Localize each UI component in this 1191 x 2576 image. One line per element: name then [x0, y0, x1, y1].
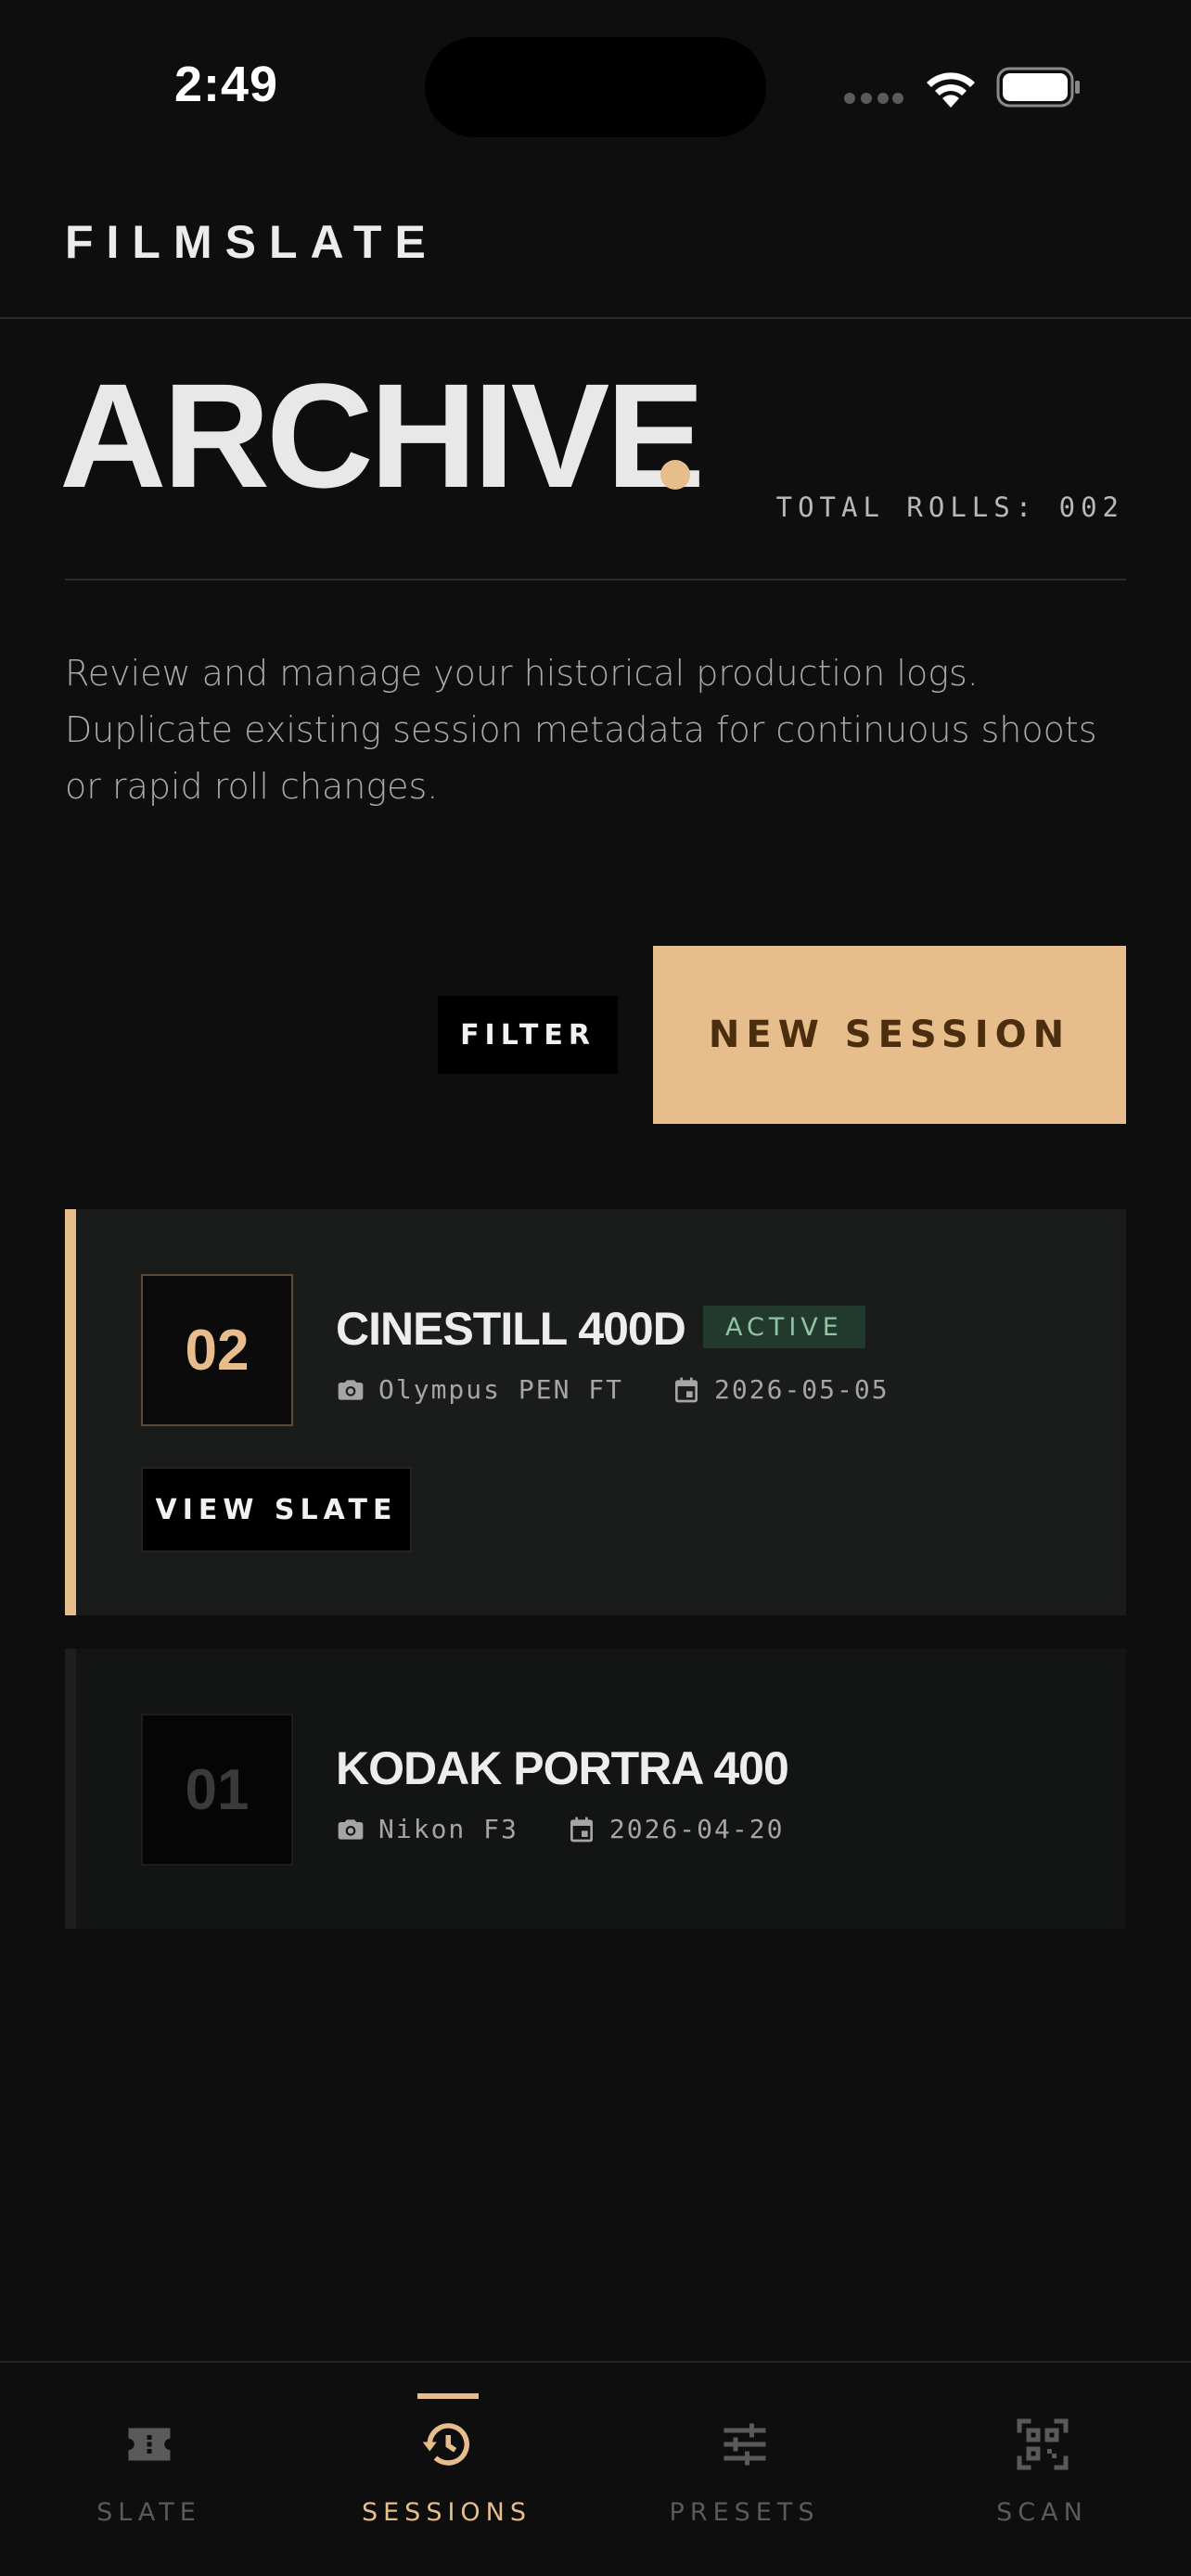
battery-icon — [996, 67, 1080, 108]
view-slate-button[interactable]: VIEW SLATE — [141, 1467, 412, 1552]
new-session-button[interactable]: NEW SESSION — [653, 946, 1126, 1124]
calendar-icon — [675, 1377, 698, 1402]
page-description: Review and manage your historical produc… — [65, 653, 1097, 807]
status-time: 2:49 — [174, 57, 279, 112]
tab-presets[interactable]: PRESETS — [596, 2363, 893, 2576]
roll-number: 01 — [141, 1714, 293, 1866]
session-date: 2026-05-05 — [714, 1374, 890, 1405]
dynamic-island — [425, 37, 766, 137]
cellular-signal-icon — [844, 93, 903, 104]
session-card[interactable]: 02 CINESTILL 400D ACTIVE Olympus PEN FT … — [65, 1209, 1126, 1615]
camera-name: Nikon F3 — [378, 1814, 519, 1844]
roll-number: 02 — [141, 1274, 293, 1426]
app-brand: FILMSLATE — [65, 216, 439, 268]
accent-bar — [65, 1649, 76, 1929]
filter-button[interactable]: FILTER — [438, 996, 618, 1074]
film-name: KODAK PORTRA 400 — [336, 1742, 789, 1794]
title-accent-dot — [660, 460, 690, 490]
divider — [65, 579, 1126, 580]
active-accent-bar — [65, 1209, 76, 1615]
bottom-nav: SLATE SESSIONS PRESETS SCAN — [0, 2361, 1191, 2576]
history-icon — [422, 2423, 469, 2466]
tab-sessions[interactable]: SESSIONS — [298, 2363, 596, 2576]
status-bar: 2:49 — [0, 0, 1191, 176]
page-title: ARCHIVE — [59, 352, 705, 518]
app-header: FILMSLATE — [0, 176, 1191, 319]
camera-name: Olympus PEN FT — [378, 1374, 624, 1405]
ticket-icon — [128, 2428, 170, 2461]
tab-scan[interactable]: SCAN — [893, 2363, 1191, 2576]
session-meta: Nikon F3 2026-04-20 — [336, 1814, 784, 1844]
calendar-icon — [570, 1817, 593, 1842]
tab-label: SLATE — [96, 2498, 201, 2527]
camera-icon — [338, 1379, 364, 1400]
tab-label: SESSIONS — [361, 2498, 532, 2527]
total-rolls-count: TOTAL ROLLS: 002 — [775, 491, 1124, 523]
status-badge: ACTIVE — [703, 1306, 865, 1348]
session-date: 2026-04-20 — [608, 1814, 785, 1844]
film-name: CINESTILL 400D — [336, 1303, 686, 1355]
tab-label: SCAN — [996, 2498, 1088, 2527]
session-card[interactable]: 01 KODAK PORTRA 400 Nikon F3 2026-04-20 — [65, 1649, 1126, 1929]
sliders-icon — [724, 2423, 765, 2466]
tab-slate[interactable]: SLATE — [0, 2363, 298, 2576]
qr-code-icon — [1017, 2418, 1068, 2470]
wifi-icon — [927, 72, 975, 108]
session-meta: Olympus PEN FT 2026-05-05 — [336, 1374, 890, 1405]
tab-label: PRESETS — [669, 2498, 820, 2527]
camera-icon — [338, 1818, 364, 1840]
